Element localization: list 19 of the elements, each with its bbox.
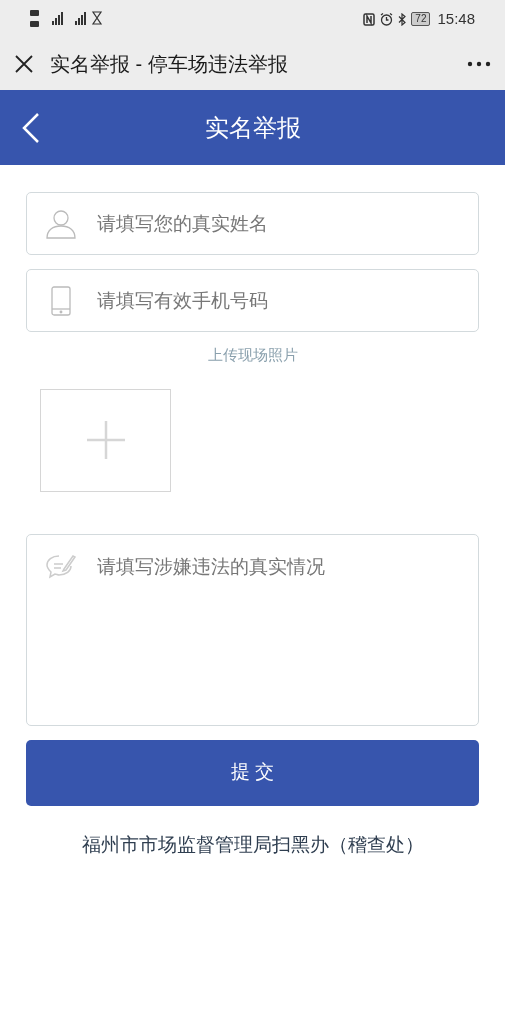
- footer-text: 福州市市场监督管理局扫黑办（稽查处）: [81, 832, 424, 857]
- back-icon[interactable]: [20, 111, 40, 144]
- alarm-icon: [380, 12, 394, 26]
- description-field[interactable]: 请填写涉嫌违法的真实情况: [26, 533, 479, 726]
- upload-label: 上传现场照片: [207, 345, 298, 365]
- bluetooth-icon: [398, 12, 407, 26]
- battery-level: 72: [411, 12, 431, 26]
- close-icon[interactable]: [14, 54, 34, 74]
- page-title: 实名举报: [204, 112, 301, 143]
- plus-icon: [85, 420, 126, 460]
- clock-time: 15:48: [437, 8, 475, 29]
- window-title: 实名举报 - 停车场违法举报: [50, 52, 289, 77]
- nfc-icon: [363, 12, 376, 26]
- submit-button[interactable]: 提 交: [26, 739, 479, 806]
- person-icon: [45, 207, 77, 240]
- input-field[interactable]: 请填写您的真实姓名: [26, 192, 479, 255]
- input-field[interactable]: 请填写有效手机号码: [26, 269, 479, 332]
- more-icon[interactable]: [467, 61, 491, 67]
- phone-icon: [51, 285, 71, 316]
